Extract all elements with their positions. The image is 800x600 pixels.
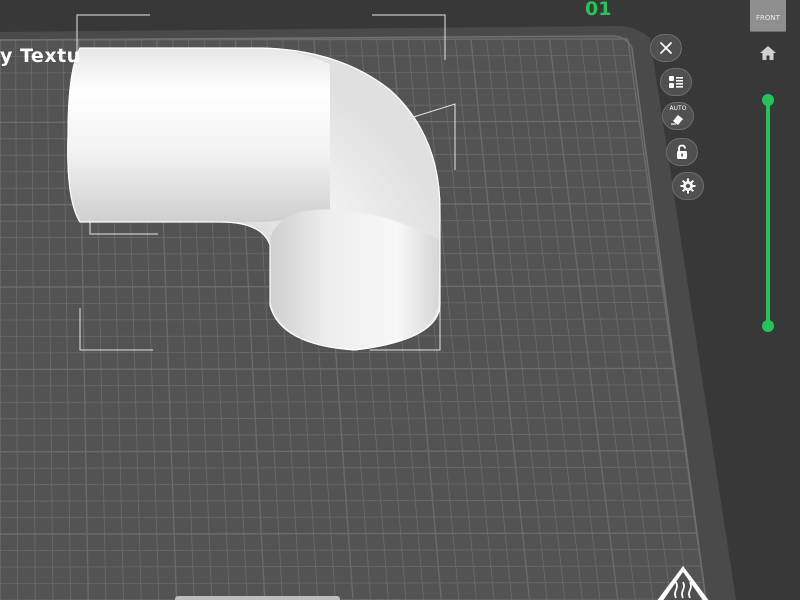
bottom-panel-handle[interactable] (175, 596, 340, 600)
3d-viewport[interactable]: y Textu 01 FRONT AUTO (0, 0, 800, 600)
view-cube[interactable]: FRONT (750, 0, 786, 32)
layer-range-slider[interactable] (756, 92, 780, 332)
layer-slider-track[interactable] (766, 100, 770, 326)
plate-number: 01 (585, 0, 612, 20)
layer-slider-top-handle[interactable] (762, 94, 774, 106)
close-button[interactable] (650, 34, 682, 62)
object-list-button[interactable] (660, 68, 692, 96)
settings-button[interactable] (672, 172, 704, 200)
close-icon (660, 42, 672, 54)
object-list-icon (669, 76, 683, 88)
hot-surface-warning-icon (657, 566, 709, 600)
auto-arrange-button[interactable]: AUTO (662, 102, 694, 130)
layer-slider-bottom-handle[interactable] (762, 320, 774, 332)
gear-icon (680, 178, 696, 194)
view-cube-face-label: FRONT (756, 14, 780, 22)
lock-button[interactable] (666, 138, 698, 166)
auto-arrange-label: AUTO (669, 105, 687, 112)
home-view-button[interactable] (758, 44, 778, 62)
home-icon (760, 46, 776, 60)
hot-surface-warning[interactable] (652, 562, 714, 600)
auto-arrange-icon (671, 115, 683, 125)
plate-title: y Textu (0, 45, 80, 67)
lock-icon (677, 144, 687, 159)
